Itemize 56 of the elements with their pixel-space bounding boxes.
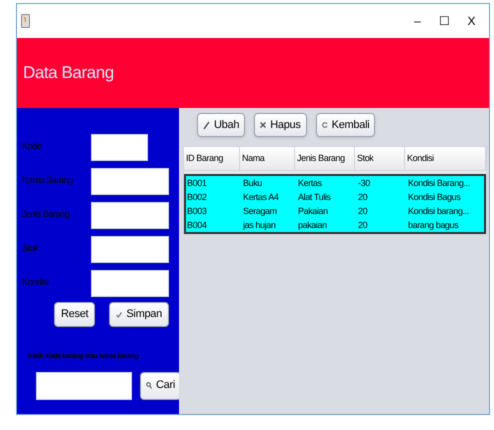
input-field[interactable] bbox=[91, 236, 169, 262]
table-cell-text: B004 bbox=[186, 219, 208, 232]
search-field[interactable] bbox=[36, 372, 132, 400]
table-cell-text: -30 bbox=[357, 177, 371, 190]
header-title: Data Barang bbox=[23, 62, 114, 84]
table-row[interactable]: B002 Kertas A4 Alat Tulis 20 Kondisi Bagus bbox=[186, 190, 484, 204]
maximize-button[interactable]: ☐ bbox=[431, 12, 458, 30]
table-cell-text: B001 bbox=[186, 177, 208, 190]
table-cell-text: Kertas A4 bbox=[242, 191, 280, 204]
table-cell-text: Kertas bbox=[297, 177, 323, 190]
field-label: Kondisi bbox=[22, 276, 48, 290]
table-cell-text: Kondisi Bagus bbox=[407, 191, 462, 204]
field-label: Stok bbox=[22, 242, 38, 256]
column-header[interactable]: Nama bbox=[240, 147, 295, 170]
table-cell-text: barang bagus bbox=[407, 219, 460, 232]
save-button[interactable]: Simpan bbox=[109, 302, 169, 327]
table-cell-text: 20 bbox=[357, 219, 368, 232]
table-row[interactable]: B004 jas hujan pakaian 20 barang bagus bbox=[186, 218, 484, 232]
search-icon bbox=[146, 382, 152, 389]
column-header[interactable]: Jenis Barang bbox=[295, 147, 355, 170]
check-icon bbox=[116, 312, 122, 318]
table-cell-text: Alat Tulis bbox=[297, 191, 332, 204]
table-cell-text: 20 bbox=[357, 191, 368, 204]
table-cell-text: B003 bbox=[186, 205, 208, 218]
table-cell-text: jas hujan bbox=[242, 219, 276, 232]
input-field[interactable] bbox=[91, 134, 148, 160]
table-cell-text: Seragam bbox=[242, 205, 278, 218]
reset-button[interactable]: Reset bbox=[54, 302, 96, 327]
delete-button[interactable]: Hapus bbox=[254, 113, 307, 137]
field-label: Kode bbox=[22, 140, 42, 154]
table-cell-text: 20 bbox=[357, 205, 368, 218]
cross-icon bbox=[260, 122, 266, 128]
field-label: Nama Barang bbox=[22, 174, 73, 188]
table-row[interactable]: B003 Seragam Pakaian 20 Kondisi barang... bbox=[186, 204, 484, 218]
pencil-icon bbox=[203, 120, 210, 130]
column-header[interactable]: ID Barang bbox=[184, 147, 240, 170]
table-cell-text: B002 bbox=[186, 191, 208, 204]
column-header[interactable]: Stok bbox=[355, 147, 405, 170]
input-field[interactable] bbox=[91, 202, 169, 228]
table-cell-text: Kondisi barang... bbox=[407, 205, 470, 218]
column-header[interactable]: Kondisi bbox=[405, 147, 486, 170]
field-label: Jenis Barang bbox=[22, 208, 70, 222]
table-cell-text: Kondisi Barang... bbox=[407, 177, 471, 190]
app-icon bbox=[21, 14, 30, 28]
search-button[interactable]: Cari bbox=[140, 372, 182, 400]
table-cell-text: Pakaian bbox=[297, 205, 329, 218]
minimize-button[interactable]: – bbox=[404, 12, 431, 30]
table-cell-text: Buku bbox=[242, 177, 263, 190]
input-field[interactable] bbox=[91, 168, 169, 194]
close-button[interactable]: X bbox=[458, 12, 485, 30]
refresh-icon bbox=[322, 122, 328, 128]
back-button[interactable]: Kembali bbox=[316, 113, 376, 137]
input-field[interactable] bbox=[91, 270, 169, 296]
edit-button[interactable]: Ubah bbox=[197, 113, 246, 137]
table-cell-text: pakaian bbox=[297, 219, 328, 232]
table-row[interactable]: B001 Buku Kertas -30 Kondisi Barang... bbox=[186, 176, 484, 190]
